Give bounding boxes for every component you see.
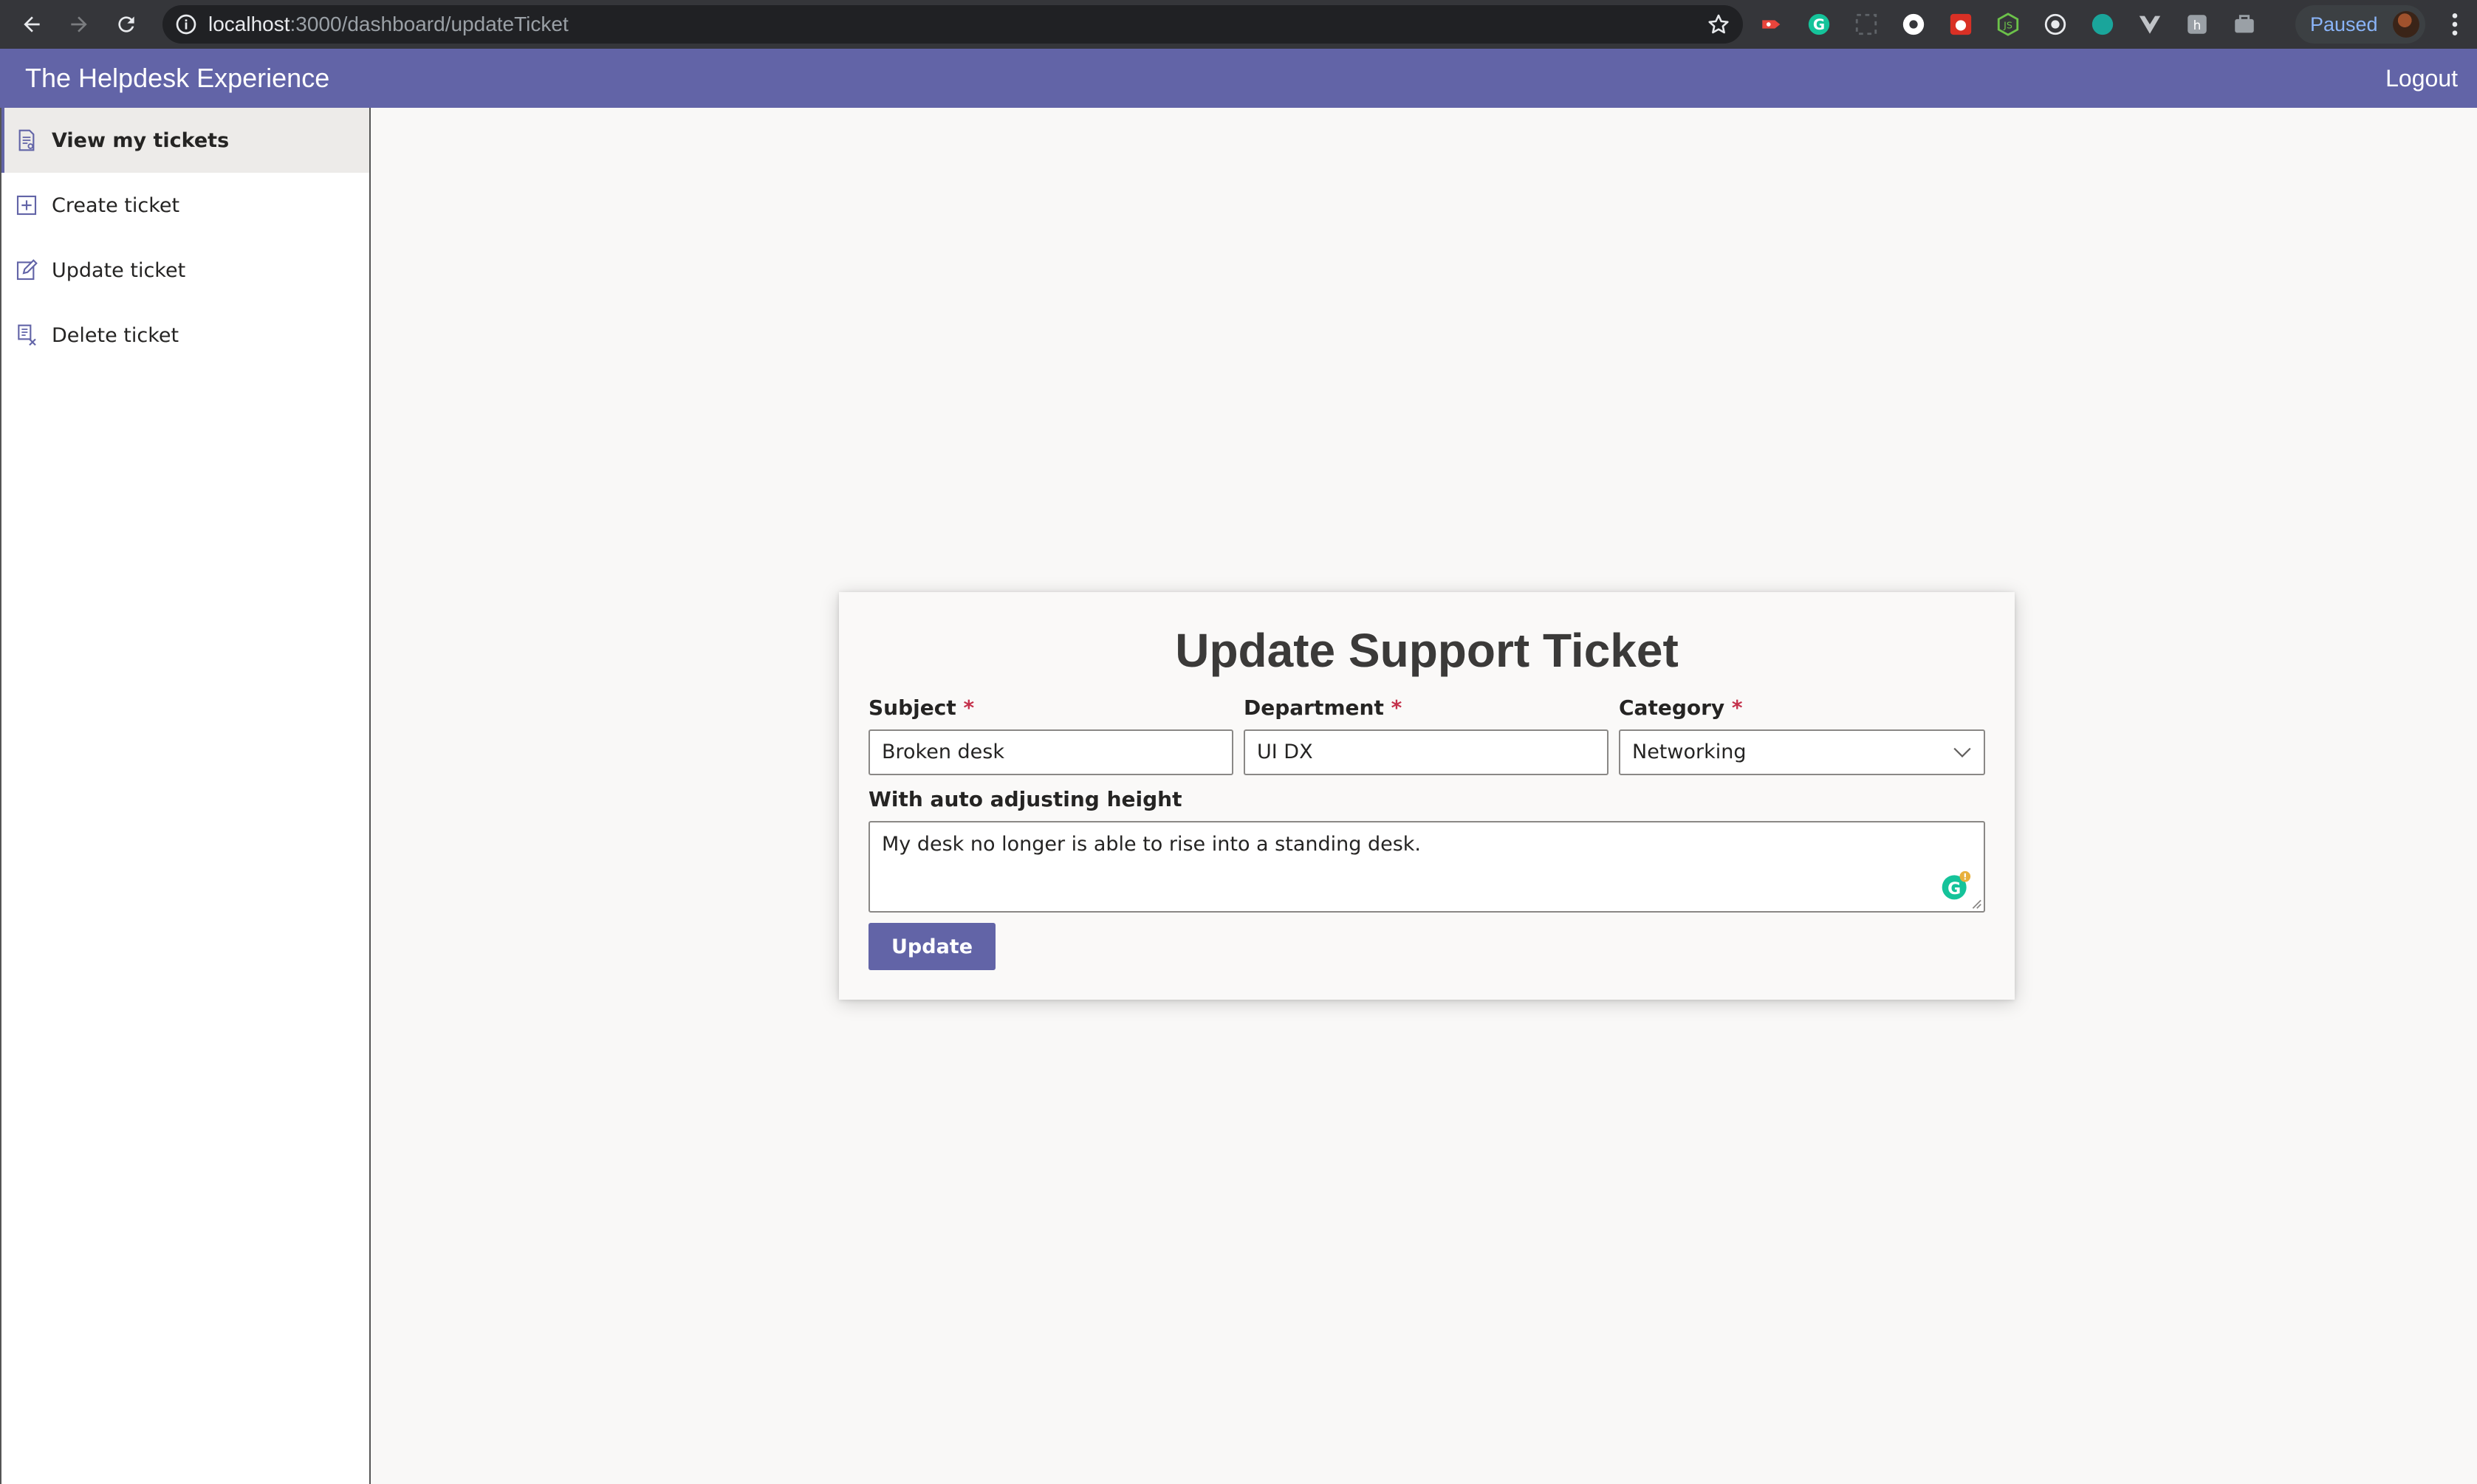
page-title: Update Support Ticket [1175,624,1679,677]
extensions-bar: G JS h [1758,10,2258,38]
sidebar-item-label: Update ticket [52,258,186,282]
nodejs-icon[interactable]: JS [1994,10,2022,38]
ext-target-icon[interactable] [2041,10,2069,38]
category-label: Category * [1619,695,1743,720]
sidebar-item-label: Create ticket [52,193,180,217]
app-title: The Helpdesk Experience [25,63,330,93]
forward-button[interactable] [61,6,97,43]
browser-toolbar: localhost:3000/dashboard/updateTicket G … [0,0,2477,49]
profile-button[interactable]: Paused [2295,5,2425,44]
logout-button[interactable]: Logout [2385,49,2458,108]
address-bar[interactable]: localhost:3000/dashboard/updateTicket [162,5,1743,44]
create-ticket-icon [16,195,37,216]
update-ticket-form: Update Support Ticket Subject * Broken d… [839,592,2015,1000]
view-tickets-icon [18,129,35,151]
update-button[interactable]: Update [869,923,996,970]
chrome-menu-icon[interactable] [2440,7,2470,41]
ext-red-icon[interactable] [1758,10,1786,38]
category-label-text: Category [1619,695,1725,720]
chevron-down-icon [1953,747,1971,758]
sidebar-item-create-ticket[interactable]: Create ticket [1,173,369,238]
ext-teal-icon[interactable] [2089,10,2117,38]
sidebar-item-update-ticket[interactable]: Update ticket [1,238,369,303]
vue-icon[interactable] [2136,10,2164,38]
bookmark-star-icon[interactable] [1706,12,1731,37]
ext-dashed-icon[interactable] [1852,10,1880,38]
ext-white-circle-icon[interactable] [1899,10,1928,38]
description-value: My desk no longer is able to rise into a… [882,833,1422,856]
required-marker: * [1391,695,1402,720]
department-label: Department * [1244,695,1402,720]
department-label-text: Department [1244,695,1384,720]
ext-briefcase-icon[interactable] [2230,10,2258,38]
svg-text:h: h [2193,18,2202,33]
category-selected-value: Networking [1632,741,1747,763]
delete-ticket-icon [18,324,36,346]
url-text[interactable]: localhost:3000/dashboard/updateTicket [208,5,569,44]
svg-text:G: G [1947,880,1961,899]
ext-shield-icon[interactable]: h [2183,10,2211,38]
grammarly-icon[interactable]: G [1805,10,1833,38]
required-marker: * [1731,695,1743,720]
subject-input[interactable]: Broken desk [869,729,1233,775]
subject-label-text: Subject [869,695,956,720]
back-button[interactable] [13,6,50,43]
info-icon[interactable] [174,13,198,36]
subject-label: Subject * [869,695,974,720]
url-host: localhost [208,13,290,35]
category-dropdown[interactable]: Networking [1619,729,1985,775]
profile-status: Paused [2310,13,2378,35]
description-textarea[interactable]: My desk no longer is able to rise into a… [869,821,1985,913]
sidebar-item-label: View my tickets [52,128,230,152]
sidebar: View my tickets Create ticket Update tic… [0,108,371,1484]
sidebar-item-delete-ticket[interactable]: Delete ticket [1,303,369,368]
avatar [2393,11,2419,38]
ext-red-square-icon[interactable] [1947,10,1975,38]
reload-button[interactable] [108,6,145,43]
svg-text:JS: JS [2003,21,2012,32]
reload-icon [118,16,134,32]
app-header: The Helpdesk Experience Logout [0,49,2477,108]
forward-icon [71,16,87,32]
sidebar-item-view-my-tickets[interactable]: View my tickets [1,108,369,173]
sidebar-item-label: Delete ticket [52,323,179,347]
edit-ticket-icon [16,259,38,281]
back-icon [24,16,40,32]
svg-text:G: G [1813,16,1825,33]
resize-grip-icon[interactable] [1969,896,1982,910]
required-marker: * [963,695,975,720]
description-label: With auto adjusting height [869,787,1182,811]
url-path: :3000/dashboard/updateTicket [290,13,569,35]
department-input[interactable]: UI DX [1244,729,1608,775]
grammarly-icon[interactable]: G [1939,870,1972,902]
